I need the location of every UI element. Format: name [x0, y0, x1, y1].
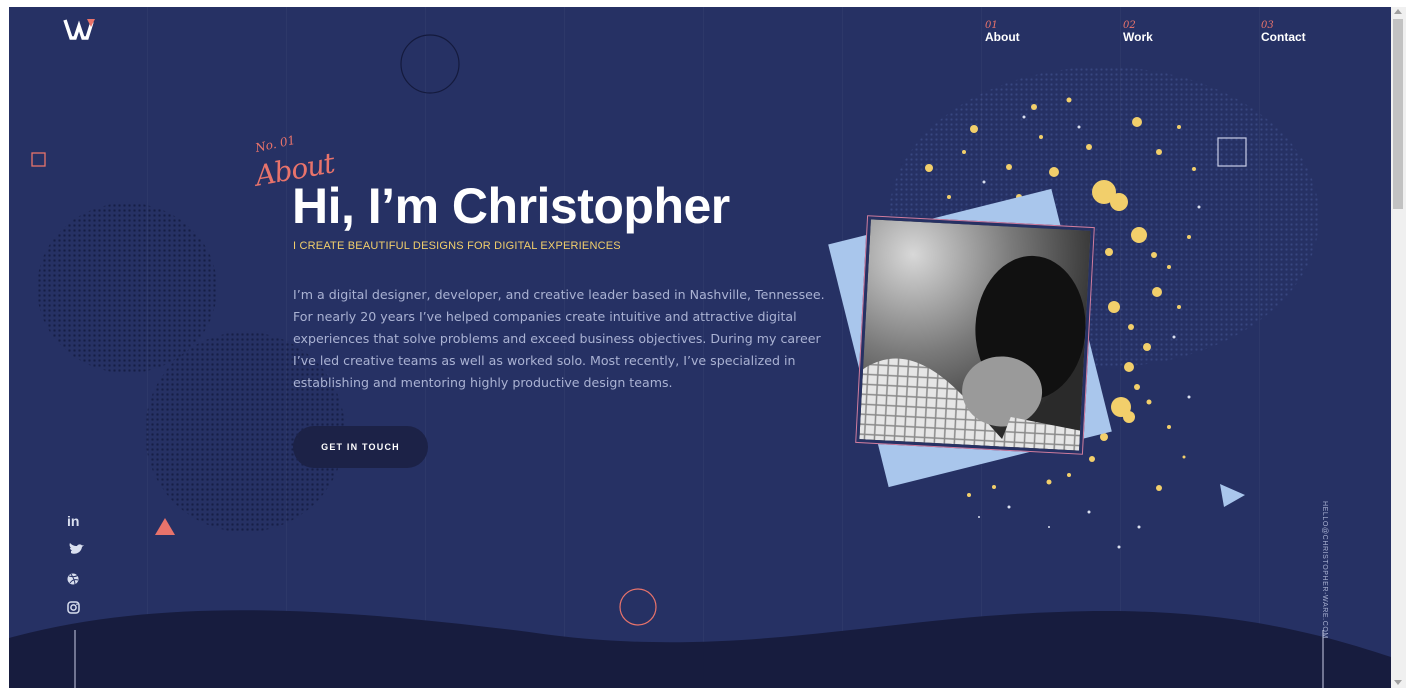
logo-icon[interactable] — [63, 16, 97, 42]
scroll-up-arrow-icon[interactable] — [1394, 9, 1402, 14]
dribbble-icon[interactable] — [67, 571, 87, 587]
nav-number: 03 — [1261, 20, 1274, 31]
page-title: Hi, I’m Christopher — [292, 178, 730, 234]
page-subtitle: I CREATE BEAUTIFUL DESIGNS FOR DIGITAL E… — [293, 240, 621, 252]
wave-footer — [9, 610, 1391, 688]
twitter-icon[interactable] — [67, 542, 87, 558]
circle-outline-shape — [400, 34, 460, 94]
nav-label: Contact — [1261, 30, 1306, 44]
square-outline-shape — [1217, 137, 1247, 167]
nav-link-contact[interactable]: 03 Contact — [1261, 20, 1306, 45]
bio-paragraph: I’m a digital designer, developer, and c… — [293, 287, 825, 390]
contact-email-link[interactable]: HELLO@CHRISTOPHER-WARE.COM — [1321, 501, 1328, 639]
scrollbar-thumb[interactable] — [1393, 19, 1403, 209]
nav-number: 02 — [1123, 20, 1136, 31]
triangle-shape — [1220, 484, 1245, 507]
nav-label: Work — [1123, 30, 1153, 44]
square-outline-shape — [31, 152, 46, 167]
portrait-frame — [855, 215, 1095, 455]
nav-link-work[interactable]: 02 Work — [1123, 20, 1153, 45]
instagram-icon[interactable] — [67, 600, 87, 616]
get-in-touch-button[interactable]: GET IN TOUCH — [293, 426, 428, 468]
nav-label: About — [985, 30, 1020, 44]
page: 01 About 02 Work 03 Contact No. 01 About… — [9, 7, 1391, 688]
triangle-shape — [155, 518, 175, 535]
circle-outline-shape — [619, 588, 657, 626]
scroll-down-arrow-icon[interactable] — [1394, 680, 1402, 685]
scrollbar-track[interactable] — [1391, 7, 1406, 688]
nav-number: 01 — [985, 20, 998, 31]
linkedin-icon[interactable]: in — [67, 513, 87, 529]
portrait-photo — [859, 219, 1091, 451]
nav-link-about[interactable]: 01 About — [985, 20, 1020, 45]
